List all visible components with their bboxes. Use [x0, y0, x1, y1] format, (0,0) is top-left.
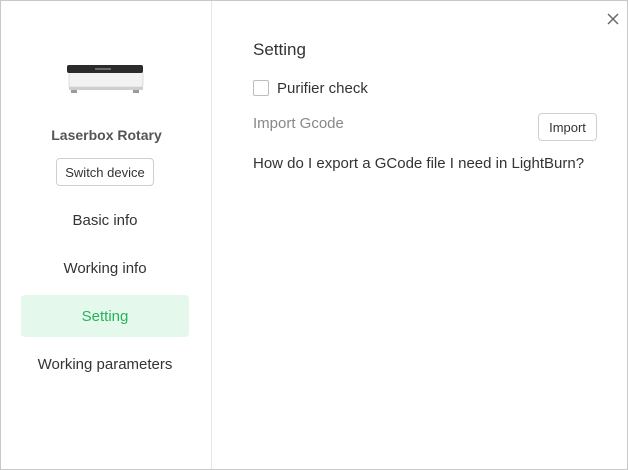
sidebar-item-basic-info[interactable]: Basic info: [21, 199, 189, 241]
sidebar-item-setting[interactable]: Setting: [21, 295, 189, 337]
device-name: Laserbox Rotary: [51, 127, 162, 143]
export-gcode-help-link[interactable]: How do I export a GCode file I need in L…: [253, 155, 584, 172]
page-title: Setting: [253, 40, 306, 59]
sidebar-item-working-info[interactable]: Working info: [21, 247, 189, 289]
purifier-check-label: Purifier check: [277, 79, 368, 97]
switch-device-button[interactable]: Switch device: [56, 158, 154, 186]
sidebar-item-working-parameters[interactable]: Working parameters: [21, 343, 189, 385]
import-gcode-label: Import Gcode: [253, 115, 344, 132]
purifier-check-option[interactable]: Purifier check: [253, 78, 368, 98]
device-settings-dialog: Laserbox Rotary Switch device Basic info…: [0, 0, 628, 470]
settings-panel: Setting Purifier check Import Gcode Impo…: [213, 1, 627, 469]
sidebar: Laserbox Rotary Switch device Basic info…: [1, 1, 212, 469]
import-button[interactable]: Import: [538, 113, 597, 141]
laser-engraver-device-image: [65, 61, 145, 95]
purifier-check-checkbox[interactable]: [253, 80, 269, 96]
